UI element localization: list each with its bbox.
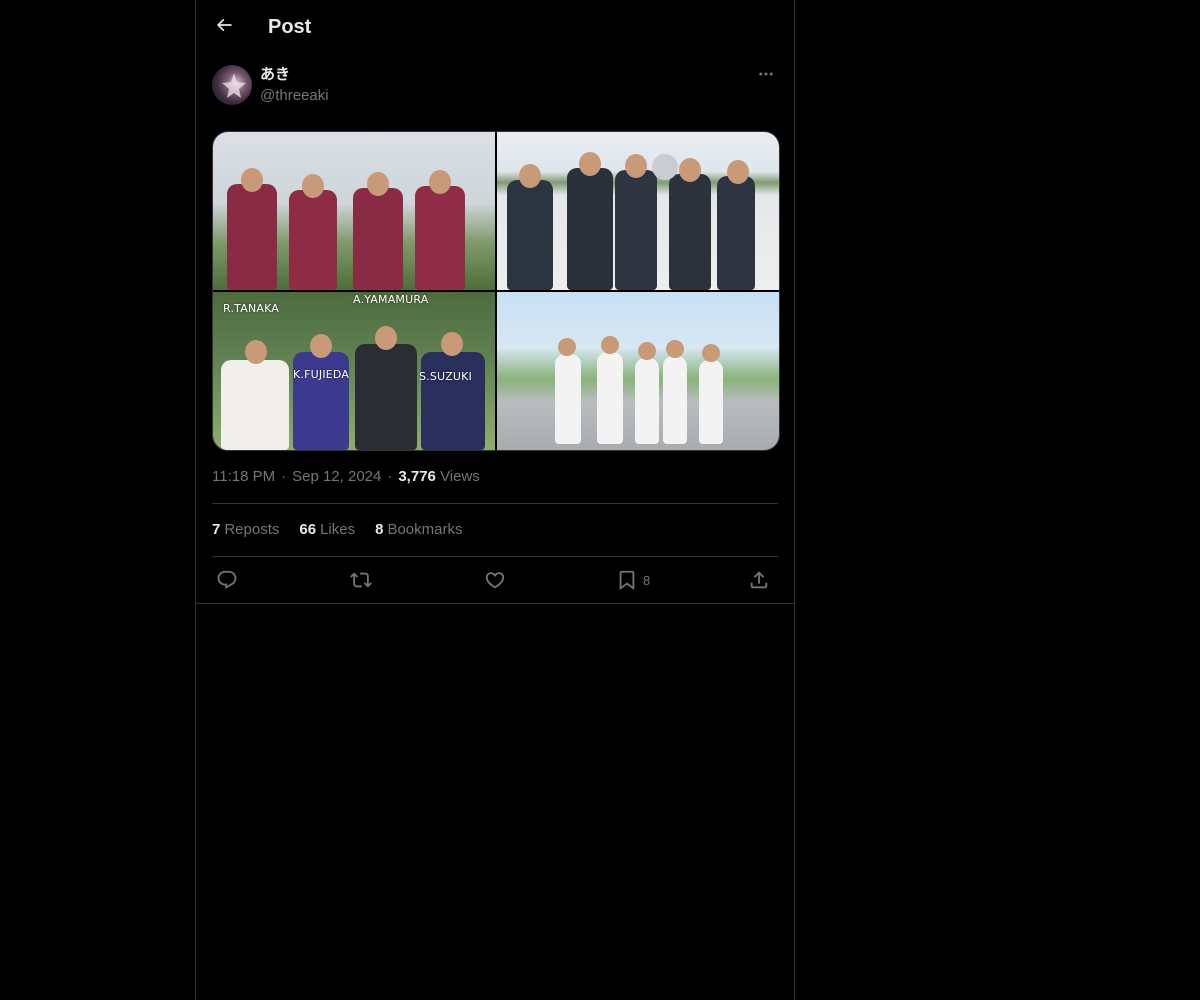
post-column: Post あき @threeaki R.TANAKA A.YAMAMURA K.… <box>195 0 795 1000</box>
share-button[interactable] <box>748 569 770 591</box>
bookmark-icon <box>616 569 638 591</box>
views-count: 3,776 <box>398 468 436 485</box>
bookmarks-label: Bookmarks <box>387 521 463 538</box>
meta-separator: · <box>387 468 393 485</box>
photo-label-yamamura: A.YAMAMURA <box>353 293 429 306</box>
photo-label-suzuki: S.SUZUKI <box>419 370 472 383</box>
bookmarks-stat[interactable]: 8 Bookmarks <box>375 520 462 540</box>
reposts-stat[interactable]: 7 Reposts <box>212 520 279 540</box>
heart-icon <box>484 569 506 591</box>
reposts-label: Reposts <box>224 521 280 538</box>
post-date[interactable]: Sep 12, 2024 <box>292 468 381 485</box>
meta-separator: · <box>281 468 287 485</box>
likes-label: Likes <box>320 521 356 538</box>
reply-button[interactable] <box>216 569 238 591</box>
bookmark-button[interactable]: 8 <box>616 569 650 591</box>
likes-count: 66 <box>299 521 317 538</box>
photo-label-fujieda: K.FUJIEDA <box>293 368 350 381</box>
post-photo-1[interactable] <box>213 132 495 290</box>
post-action-bar: 8 <box>212 566 778 596</box>
share-icon <box>748 569 770 591</box>
photo-label-tanaka: R.TANAKA <box>223 302 280 315</box>
post-photo-3[interactable]: R.TANAKA A.YAMAMURA K.FUJIEDA S.SUZUKI <box>213 292 495 450</box>
post-bottom-border <box>196 603 794 604</box>
bookmarks-count: 8 <box>375 521 384 538</box>
post-author: あき @threeaki <box>212 64 778 108</box>
post-header: Post <box>196 0 794 54</box>
post-photo-2[interactable] <box>497 132 779 290</box>
like-button[interactable] <box>484 569 506 591</box>
post-time[interactable]: 11:18 PM <box>212 468 275 485</box>
author-handle[interactable]: @threeaki <box>260 86 329 106</box>
reposts-count: 7 <box>212 521 221 538</box>
avatar[interactable] <box>212 65 252 105</box>
views-label: Views <box>440 468 480 485</box>
post-media-grid: R.TANAKA A.YAMAMURA K.FUJIEDA S.SUZUKI <box>212 131 780 451</box>
reply-icon <box>216 569 238 591</box>
repost-button[interactable] <box>350 569 372 591</box>
arrow-left-icon <box>214 15 234 40</box>
back-button[interactable] <box>210 13 238 41</box>
divider <box>212 556 778 557</box>
more-horizontal-icon <box>757 65 775 88</box>
bookmark-action-count: 8 <box>643 572 651 588</box>
author-display-name[interactable]: あき <box>260 66 290 84</box>
post-meta: 11:18 PM · Sep 12, 2024 · 3,776 Views <box>212 467 480 487</box>
likes-stat[interactable]: 66 Likes <box>299 520 355 540</box>
page-title: Post <box>268 16 312 38</box>
repost-icon <box>350 569 372 591</box>
more-options-button[interactable] <box>754 64 778 88</box>
post-photo-4[interactable] <box>497 292 779 450</box>
divider <box>212 503 778 504</box>
post-stats: 7 Reposts 66 Likes 8 Bookmarks <box>212 520 462 540</box>
